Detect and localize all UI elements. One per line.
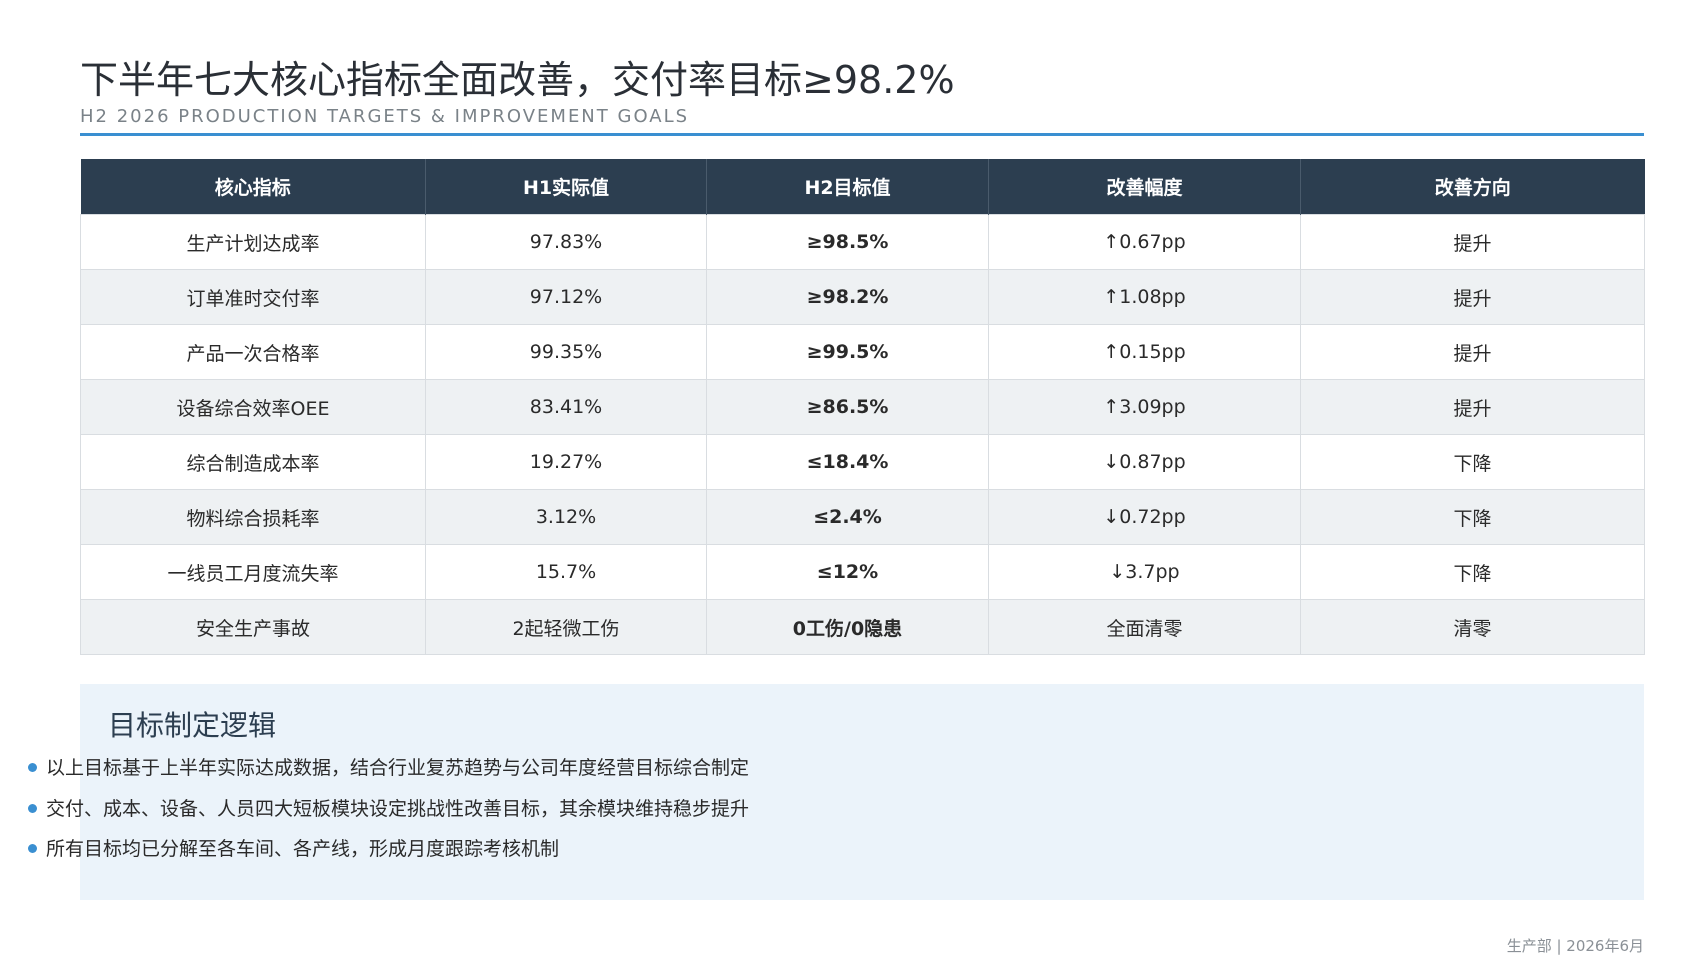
change-cell: ↑0.67pp [988,214,1301,270]
table-row: 生产计划达成率 97.83% ≥98.5% ↑0.67pp 提升 [80,214,1645,270]
h2-target-cell: ≥98.2% [706,269,989,325]
title-divider [80,133,1644,136]
logic-bullet-item: 交付、成本、设备、人员四大短板模块设定挑战性改善目标，其余模块维持稳步提升 [28,796,749,822]
logic-bullet-text: 所有目标均已分解至各车间、各产线，形成月度跟踪考核机制 [46,838,560,860]
change-cell: ↓0.87pp [988,434,1301,490]
h1-value-cell: 3.12% [425,489,707,545]
table-row: 综合制造成本率 19.27% ≤18.4% ↓0.87pp 下降 [80,434,1645,490]
metric-cell: 一线员工月度流失率 [80,544,426,600]
metric-cell: 物料综合损耗率 [80,489,426,545]
h2-target-cell: ≤12% [706,544,989,600]
h1-value-cell: 19.27% [425,434,707,490]
bullet-dot-icon [28,844,37,853]
metric-cell: 产品一次合格率 [80,324,426,380]
h2-target-cell: ≤2.4% [706,489,989,545]
h2-target-cell: 0工伤/0隐患 [706,599,989,655]
table-row: 物料综合损耗率 3.12% ≤2.4% ↓0.72pp 下降 [80,489,1645,545]
h2-target-cell: ≤18.4% [706,434,989,490]
h2-target-cell: ≥99.5% [706,324,989,380]
bullet-dot-icon [28,763,37,772]
table-header-row: 核心指标 H1实际值 H2目标值 改善幅度 改善方向 [80,159,1645,215]
direction-cell: 提升 [1300,379,1645,435]
change-cell: ↑0.15pp [988,324,1301,380]
h1-value-cell: 97.83% [425,214,707,270]
logic-bullet-item: 所有目标均已分解至各车间、各产线，形成月度跟踪考核机制 [28,836,559,862]
change-cell: 全面清零 [988,599,1301,655]
direction-cell: 提升 [1300,324,1645,380]
column-header-metric: 核心指标 [80,159,426,215]
direction-cell: 提升 [1300,214,1645,270]
metric-cell: 设备综合效率OEE [80,379,426,435]
metric-cell: 生产计划达成率 [80,214,426,270]
direction-cell: 下降 [1300,544,1645,600]
h2-target-cell: ≥98.5% [706,214,989,270]
page-title: 下半年七大核心指标全面改善，交付率目标≥98.2% [80,58,955,102]
table-row: 设备综合效率OEE 83.41% ≥86.5% ↑3.09pp 提升 [80,379,1645,435]
h1-value-cell: 83.41% [425,379,707,435]
direction-cell: 清零 [1300,599,1645,655]
direction-cell: 下降 [1300,434,1645,490]
column-header-h1: H1实际值 [425,159,707,215]
metric-cell: 安全生产事故 [80,599,426,655]
direction-cell: 下降 [1300,489,1645,545]
page-subtitle: H2 2026 PRODUCTION TARGETS & IMPROVEMENT… [80,106,690,127]
column-header-h2: H2目标值 [706,159,989,215]
column-header-direction: 改善方向 [1300,159,1645,215]
change-cell: ↓0.72pp [988,489,1301,545]
change-cell: ↓3.7pp [988,544,1301,600]
change-cell: ↑3.09pp [988,379,1301,435]
page-footer: 生产部 | 2026年6月 [1506,937,1644,955]
target-logic-panel: 目标制定逻辑 [80,684,1644,900]
logic-panel-title: 目标制定逻辑 [108,709,277,742]
h1-value-cell: 15.7% [425,544,707,600]
table-row: 订单准时交付率 97.12% ≥98.2% ↑1.08pp 提升 [80,269,1645,325]
metric-cell: 综合制造成本率 [80,434,426,490]
bullet-dot-icon [28,804,37,813]
logic-bullet-text: 交付、成本、设备、人员四大短板模块设定挑战性改善目标，其余模块维持稳步提升 [46,798,750,820]
kpi-table: 核心指标 H1实际值 H2目标值 改善幅度 改善方向 生产计划达成率 97.83… [80,159,1645,655]
table-row: 产品一次合格率 99.35% ≥99.5% ↑0.15pp 提升 [80,324,1645,380]
change-cell: ↑1.08pp [988,269,1301,325]
table-row: 一线员工月度流失率 15.7% ≤12% ↓3.7pp 下降 [80,544,1645,600]
h1-value-cell: 97.12% [425,269,707,325]
h1-value-cell: 2起轻微工伤 [425,599,707,655]
direction-cell: 提升 [1300,269,1645,325]
metric-cell: 订单准时交付率 [80,269,426,325]
logic-bullet-item: 以上目标基于上半年实际达成数据，结合行业复苏趋势与公司年度经营目标综合制定 [28,755,749,781]
h2-target-cell: ≥86.5% [706,379,989,435]
column-header-change: 改善幅度 [988,159,1301,215]
logic-bullet-text: 以上目标基于上半年实际达成数据，结合行业复苏趋势与公司年度经营目标综合制定 [46,757,750,779]
h1-value-cell: 99.35% [425,324,707,380]
table-row: 安全生产事故 2起轻微工伤 0工伤/0隐患 全面清零 清零 [80,599,1645,655]
